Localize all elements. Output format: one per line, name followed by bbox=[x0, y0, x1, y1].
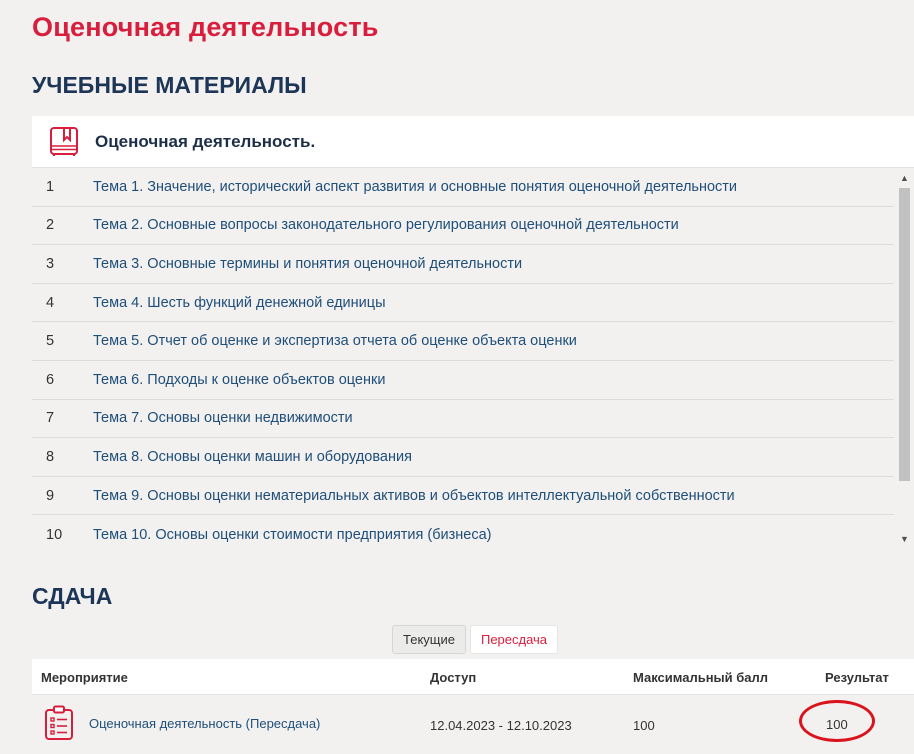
tab-current[interactable]: Текущие bbox=[392, 625, 466, 654]
topic-number: 7 bbox=[46, 410, 55, 427]
topics-scrollbar[interactable]: ▲ ▼ bbox=[895, 168, 914, 549]
course-title: Оценочная деятельность. bbox=[95, 131, 316, 151]
scroll-up-arrow-icon[interactable]: ▲ bbox=[895, 170, 914, 186]
topic-link[interactable]: Тема 9. Основы оценки нематериальных акт… bbox=[93, 488, 735, 504]
tab-retake[interactable]: Пересдача bbox=[469, 625, 559, 654]
header-event: Мероприятие bbox=[41, 670, 128, 685]
list-item: 2 Тема 2. Основные вопросы законодательно… bbox=[32, 207, 894, 246]
submission-table: Мероприятие Доступ Максимальный балл Рез… bbox=[32, 659, 914, 754]
list-item: 1 Тема 1. Значение, исторический аспект р… bbox=[32, 168, 894, 207]
list-item: 10 Тема 10. Основы оценки стоимости предп… bbox=[32, 515, 894, 549]
topics-list: 1 Тема 1. Значение, исторический аспект р… bbox=[32, 168, 894, 549]
clipboard-icon bbox=[45, 705, 73, 740]
page-title: Оценочная деятельность bbox=[32, 12, 379, 42]
topic-number: 6 bbox=[46, 371, 55, 388]
materials-section-title: УЧЕБНЫЕ МАТЕРИАЛЫ bbox=[32, 72, 307, 98]
header-result: Результат bbox=[825, 670, 889, 685]
topic-number: 10 bbox=[46, 526, 63, 543]
header-access: Доступ bbox=[430, 670, 477, 685]
book-icon bbox=[50, 126, 78, 156]
topic-number: 8 bbox=[46, 448, 55, 465]
topic-link[interactable]: Тема 1. Значение, исторический аспект ра… bbox=[93, 179, 737, 195]
topic-number: 3 bbox=[46, 255, 55, 272]
topic-link[interactable]: Тема 6. Подходы к оценке объектов оценки bbox=[93, 372, 385, 388]
topic-link[interactable]: Тема 4. Шесть функций денежной единицы bbox=[93, 295, 386, 311]
scrollbar-thumb[interactable] bbox=[899, 188, 910, 481]
topic-number: 5 bbox=[46, 333, 55, 350]
course-header: Оценочная деятельность. bbox=[32, 116, 914, 168]
header-max-score: Максимальный балл bbox=[633, 670, 769, 685]
list-item: 7 Тема 7. Основы оценки недвижимости bbox=[32, 400, 894, 439]
result-value: 100 bbox=[826, 717, 848, 732]
topic-link[interactable]: Тема 8. Основы оценки машин и оборудован… bbox=[93, 449, 412, 465]
submission-section-title: СДАЧА bbox=[32, 583, 113, 609]
topic-number: 9 bbox=[46, 487, 55, 504]
list-item: 8 Тема 8. Основы оценки машин и оборудова… bbox=[32, 438, 894, 477]
table-row: Оценочная деятельность (Пересдача) 12.04… bbox=[32, 695, 914, 754]
topic-number: 4 bbox=[46, 294, 55, 311]
list-item: 6 Тема 6. Подходы к оценке объектов оценк… bbox=[32, 361, 894, 400]
topic-link[interactable]: Тема 5. Отчет об оценке и экспертиза отч… bbox=[93, 333, 577, 349]
access-period: 12.04.2023 - 12.10.2023 bbox=[430, 718, 572, 733]
list-item: 4 Тема 4. Шесть функций денежной единицы bbox=[32, 284, 894, 323]
topic-number: 2 bbox=[46, 217, 55, 234]
table-header: Мероприятие Доступ Максимальный балл Рез… bbox=[32, 659, 914, 695]
max-score-value: 100 bbox=[633, 718, 655, 733]
list-item: 9 Тема 9. Основы оценки нематериальных ак… bbox=[32, 477, 894, 516]
topic-link[interactable]: Тема 2. Основные вопросы законодательног… bbox=[93, 217, 679, 233]
topic-link[interactable]: Тема 3. Основные термины и понятия оцено… bbox=[93, 256, 522, 272]
scroll-down-arrow-icon[interactable]: ▼ bbox=[895, 531, 914, 547]
event-link[interactable]: Оценочная деятельность (Пересдача) bbox=[89, 716, 320, 731]
list-item: 3 Тема 3. Основные термины и понятия оцен… bbox=[32, 245, 894, 284]
topic-link[interactable]: Тема 10. Основы оценки стоимости предпри… bbox=[93, 527, 492, 543]
topic-link[interactable]: Тема 7. Основы оценки недвижимости bbox=[93, 410, 353, 426]
topic-number: 1 bbox=[46, 178, 55, 195]
submission-tabs: Текущие Пересдача bbox=[392, 625, 559, 654]
materials-panel: Оценочная деятельность. 1 Тема 1. Значени… bbox=[32, 116, 914, 549]
list-item: 5 Тема 5. Отчет об оценке и экспертиза от… bbox=[32, 322, 894, 361]
